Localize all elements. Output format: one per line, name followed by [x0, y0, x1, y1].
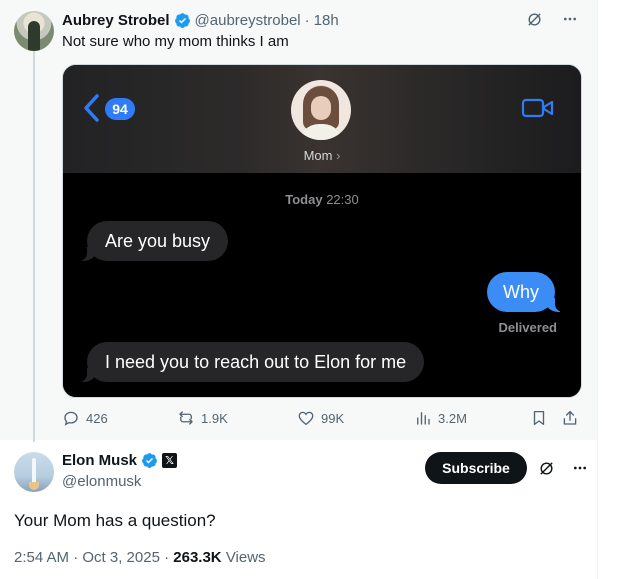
bookmark-icon [533, 410, 545, 426]
time-label: 22:30 [326, 192, 359, 207]
repost-icon [179, 411, 193, 425]
video-call-icon [521, 98, 554, 118]
tweet-timestamp[interactable]: 2:54 AM · Oct 3, 2025 [14, 549, 160, 566]
repost-count: 1.9K [201, 410, 228, 426]
message-thread: Today 22:30 Are you busy Why Delivered I… [63, 173, 581, 397]
tweet-detail-page: Aubrey Strobel @aubreystrobel · 18h Not … [0, 0, 597, 579]
reply-icon [64, 411, 78, 426]
author-handle[interactable]: @aubreystrobel [195, 12, 301, 29]
author-name[interactable]: Elon Musk [62, 452, 137, 469]
views-button[interactable]: 3.2M [414, 409, 467, 427]
separator-dot: · [164, 549, 170, 566]
right-column-border [597, 0, 617, 579]
contact-name-text: Mom [303, 148, 333, 163]
reply-count: 426 [86, 410, 108, 426]
more-icon[interactable] [561, 10, 579, 28]
views-icon [417, 412, 430, 425]
grok-icon[interactable] [537, 459, 555, 477]
bookmark-button[interactable] [530, 409, 548, 427]
imessage-header: 94 Mom › [63, 65, 581, 173]
date-label: Today [285, 192, 323, 207]
main-header-actions [537, 459, 589, 477]
verified-icon [174, 12, 190, 28]
thread-connector-line [33, 50, 35, 442]
message-date-stamp: Today 22:30 [63, 192, 581, 207]
subscribe-button[interactable]: Subscribe [425, 452, 527, 484]
like-count: 99K [321, 410, 345, 426]
share-button[interactable] [561, 409, 579, 427]
repost-button[interactable]: 1.9K [177, 409, 228, 427]
views-label: Views [225, 549, 266, 566]
parent-tweet-text: Not sure who my mom thinks I am [62, 33, 289, 50]
views-count: 263.3K [173, 549, 222, 566]
verified-icon [142, 453, 157, 468]
avatar[interactable] [14, 11, 54, 51]
outgoing-message: Why [487, 272, 566, 312]
parent-tweet-header: Aubrey Strobel @aubreystrobel · 18h [62, 10, 339, 30]
avatar[interactable] [14, 452, 54, 492]
more-icon[interactable] [571, 459, 589, 477]
separator-dot: · [304, 11, 310, 29]
like-icon [298, 411, 314, 426]
grok-icon[interactable] [525, 10, 543, 28]
author-name[interactable]: Aubrey Strobel [62, 12, 170, 29]
contact-chevron-icon: › [336, 148, 341, 163]
tweet-media-image[interactable]: 94 Mom › Today 22:30 Are you busy Why De… [62, 64, 582, 398]
unread-badge: 94 [105, 98, 135, 120]
views-count: 3.2M [438, 410, 467, 426]
main-tweet-author-row: Elon Musk 𝕏 [62, 452, 178, 469]
contact-name: Mom › [63, 148, 581, 163]
reply-button[interactable]: 426 [62, 409, 108, 427]
incoming-message: I need you to reach out to Elon for me [75, 342, 425, 382]
parent-action-bar: 426 1.9K 99K 3.2M [62, 409, 582, 429]
delivery-status: Delivered [498, 320, 557, 335]
contact-avatar [291, 80, 351, 140]
tweet-meta: 2:54 AM · Oct 3, 2025 · 263.3K Views [14, 549, 266, 566]
incoming-message: Are you busy [75, 221, 229, 261]
tweet-time[interactable]: 18h [314, 12, 339, 29]
main-tweet-text: Your Mom has a question? [14, 511, 216, 530]
back-chevron-icon [84, 94, 99, 122]
like-button[interactable]: 99K [297, 409, 344, 427]
author-handle[interactable]: @elonmusk [62, 473, 141, 490]
quoted-parent-tweet[interactable]: Aubrey Strobel @aubreystrobel · 18h Not … [0, 0, 597, 442]
parent-header-actions [525, 10, 579, 28]
x-premium-icon: 𝕏 [162, 453, 178, 468]
share-icon [563, 410, 577, 425]
